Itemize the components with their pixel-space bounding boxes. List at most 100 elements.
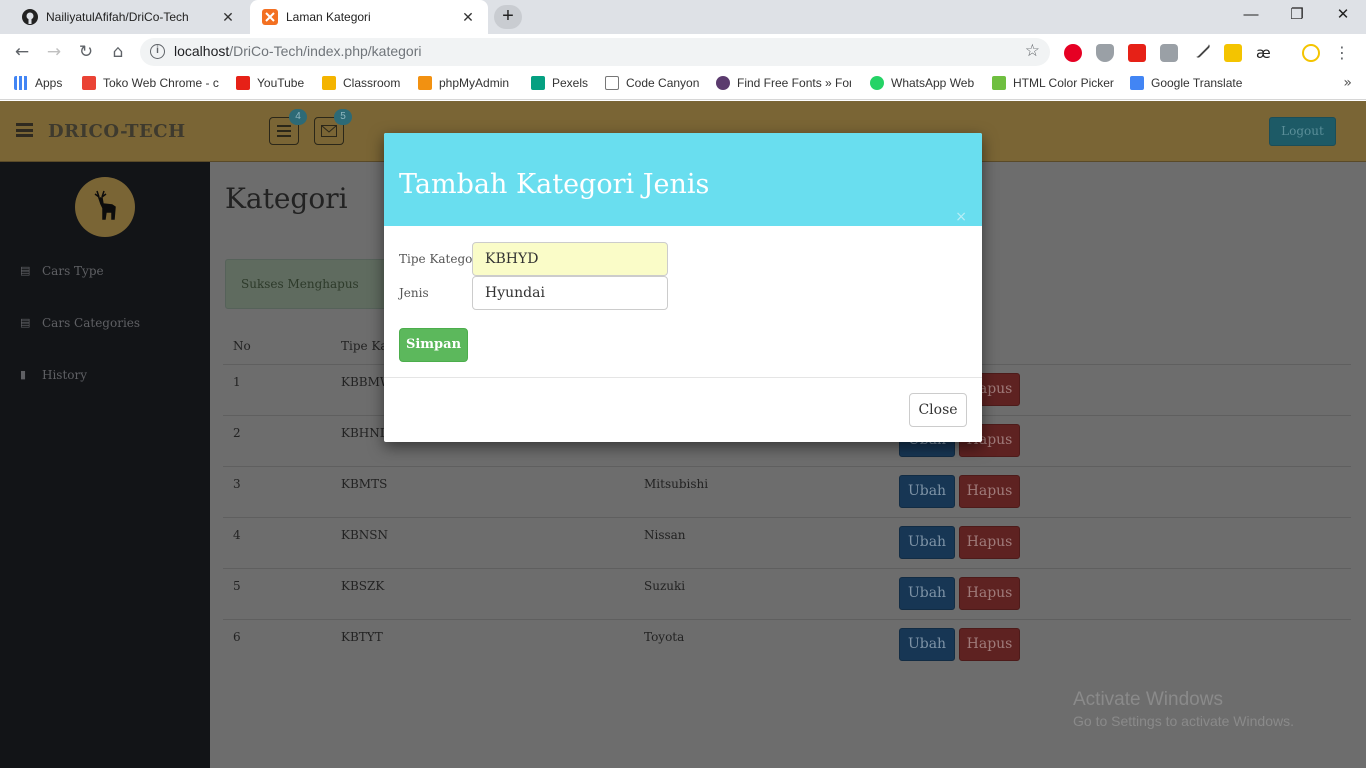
cell-jenis: Suzuki <box>644 579 686 593</box>
bookmark-classroom[interactable]: Classroom <box>322 76 400 90</box>
bookmark-label: Code Canyon <box>626 76 700 90</box>
sidebar-item-cars-type[interactable]: ▤ Cars Type <box>20 264 104 278</box>
hapus-button[interactable]: Hapus <box>959 628 1020 661</box>
bookmark-apps[interactable]: Apps <box>14 76 62 90</box>
messages-badge: 5 <box>334 109 352 125</box>
cell-jenis: Nissan <box>644 528 686 542</box>
bookmark-toko-web[interactable]: Toko Web Chrome - c <box>82 76 219 90</box>
forward-icon[interactable]: → <box>42 40 66 64</box>
tab-title: Laman Kategori <box>286 10 371 24</box>
watermark-line1: Activate Windows <box>1073 689 1223 710</box>
ubah-button[interactable]: Ubah <box>899 577 955 610</box>
sidebar-item-cars-categories[interactable]: ▤ Cars Categories <box>20 316 140 330</box>
bookmark-star-icon[interactable]: ☆ <box>1025 41 1040 61</box>
pexels-icon <box>531 76 545 90</box>
browser-tab-github[interactable]: NailiyatulAfifah/DriCo-Tech ✕ <box>10 0 248 34</box>
shield-icon[interactable] <box>1096 44 1114 62</box>
brand-title[interactable]: DRICO-TECH <box>48 121 186 142</box>
camera-icon[interactable] <box>1160 44 1178 62</box>
table-row: 4 KBNSN Nissan Ubah Hapus <box>223 517 1351 568</box>
windows-activation-watermark: Activate Windows Go to Settings to activ… <box>1073 689 1294 729</box>
hapus-button[interactable]: Hapus <box>959 526 1020 559</box>
sidebar-item-label: Cars Categories <box>42 316 141 330</box>
bookmark-label: WhatsApp Web <box>891 76 975 90</box>
page-title: Kategori <box>225 182 348 215</box>
sidebar-item-history[interactable]: ▮ History <box>20 368 87 382</box>
home-icon[interactable]: ⌂ <box>106 40 130 64</box>
close-button[interactable]: Close <box>909 393 967 427</box>
bookmark-phpmyadmin[interactable]: phpMyAdmin <box>418 76 509 90</box>
apps-grid-icon <box>14 76 28 90</box>
tab-close-icon[interactable]: ✕ <box>460 9 476 25</box>
watermark-line2: Go to Settings to activate Windows. <box>1073 713 1294 729</box>
bookmark-google-translate[interactable]: Google Translate <box>1130 76 1242 90</box>
tab-title: NailiyatulAfifah/DriCo-Tech <box>46 10 189 24</box>
modal-close-x-icon[interactable]: × <box>955 209 967 225</box>
tab-close-icon[interactable]: ✕ <box>220 9 236 25</box>
cell-no: 1 <box>233 375 241 389</box>
jenis-input[interactable]: Hyundai <box>472 276 668 310</box>
color-ext-icon[interactable] <box>1224 44 1242 62</box>
menu-kebab-icon[interactable]: ⋮ <box>1334 44 1352 62</box>
cell-no: 6 <box>233 630 241 644</box>
whatsapp-icon <box>870 76 884 90</box>
hamburger-menu-icon[interactable] <box>16 123 33 137</box>
pinterest-icon[interactable] <box>1064 44 1082 62</box>
page-icon <box>605 76 619 90</box>
cell-tipe: KBTYT <box>341 630 383 644</box>
classroom-icon <box>322 76 336 90</box>
cell-no: 3 <box>233 477 241 491</box>
tipe-kategori-label: Tipe Kategori <box>399 252 482 266</box>
deer-logo-icon <box>75 177 135 237</box>
simpan-button[interactable]: Simpan <box>399 328 468 362</box>
book-icon: ▤ <box>20 316 31 329</box>
new-tab-button[interactable]: + <box>494 5 522 29</box>
phpmyadmin-icon <box>418 76 432 90</box>
bookmark-pexels[interactable]: Pexels <box>531 76 588 90</box>
bookmarks-bar: Apps Toko Web Chrome - c YouTube Classro… <box>0 70 1366 100</box>
url-host: localhost <box>174 43 230 59</box>
address-bar[interactable]: i localhost/DriCo-Tech/index.php/kategor… <box>140 38 1050 66</box>
bookmark-label: YouTube <box>257 76 305 90</box>
modal-header: Tambah Kategori Jenis × <box>384 133 982 226</box>
cell-tipe: KBSZK <box>341 579 385 593</box>
site-info-icon[interactable]: i <box>150 44 165 59</box>
cell-tipe: KBMTS <box>341 477 388 491</box>
browser-tab-laman-kategori[interactable]: Laman Kategori ✕ <box>250 0 488 34</box>
github-icon <box>22 9 38 25</box>
bookmark-label: Google Translate <box>1151 76 1243 90</box>
window-close-icon[interactable]: ✕ <box>1320 0 1366 30</box>
reload-icon[interactable]: ↻ <box>74 40 98 64</box>
ubah-button[interactable]: Ubah <box>899 628 955 661</box>
ubah-button[interactable]: Ubah <box>899 475 955 508</box>
cell-jenis: Mitsubishi <box>644 477 709 491</box>
logout-button[interactable]: Logout <box>1269 117 1336 146</box>
sidebar: ▤ Cars Type ▤ Cars Categories ▮ History <box>0 162 210 768</box>
minimize-icon[interactable]: — <box>1228 0 1274 30</box>
ae-icon[interactable]: æ <box>1256 44 1274 62</box>
bookmarks-more-icon[interactable]: » <box>1343 75 1352 91</box>
book-icon: ▤ <box>20 264 31 277</box>
bookmark-label: Apps <box>35 76 63 90</box>
ubah-button[interactable]: Ubah <box>899 526 955 559</box>
color-picker-icon <box>992 76 1006 90</box>
hapus-button[interactable]: Hapus <box>959 577 1020 610</box>
youtube-ext-icon[interactable] <box>1128 44 1146 62</box>
cell-no: 2 <box>233 426 241 440</box>
column-header-tipe: Tipe Ka <box>341 339 388 353</box>
youtube-icon <box>236 76 250 90</box>
back-icon[interactable]: ← <box>10 40 34 64</box>
profile-avatar-icon[interactable] <box>1302 44 1320 62</box>
bookmark-code-canyon[interactable]: Code Canyon <box>605 76 699 90</box>
hapus-button[interactable]: Hapus <box>959 475 1020 508</box>
tipe-kategori-input[interactable]: KBHYD <box>472 242 668 276</box>
bookmark-whatsapp[interactable]: WhatsApp Web <box>870 76 974 90</box>
table-row: 6 KBTYT Toyota Ubah Hapus <box>223 619 1351 670</box>
restore-icon[interactable]: ❐ <box>1274 0 1320 30</box>
table-row: 5 KBSZK Suzuki Ubah Hapus <box>223 568 1351 619</box>
bookmark-find-free-fonts[interactable]: Find Free Fonts » Fon <box>716 76 851 90</box>
url-path: /DriCo-Tech/index.php/kategori <box>229 43 422 59</box>
bookmark-youtube[interactable]: YouTube <box>236 76 304 90</box>
bookmark-html-color-picker[interactable]: HTML Color Picker <box>992 76 1114 90</box>
cell-tipe: KBHND <box>341 426 390 440</box>
